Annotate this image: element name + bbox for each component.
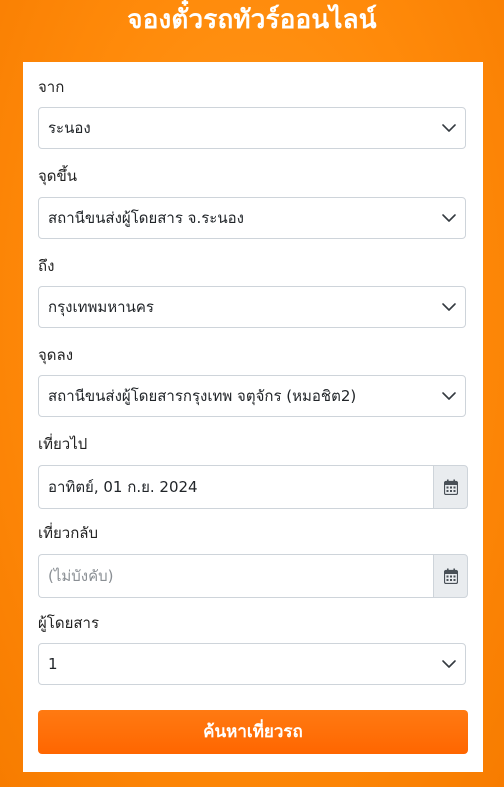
depart-date-input[interactable]: อาทิตย์, 01 ก.ย. 2024: [38, 465, 434, 509]
return-date-group: (ไม่บังคับ): [38, 554, 468, 598]
from-label: จาก: [38, 78, 65, 96]
pickup-label: จุดขึ้น: [38, 167, 78, 185]
passengers-select[interactable]: 1: [38, 643, 466, 685]
return-date-placeholder: (ไม่บังคับ): [48, 567, 114, 585]
to-select[interactable]: กรุงเทพมหานคร: [38, 286, 466, 328]
dropoff-label: จุดลง: [38, 346, 74, 364]
chevron-down-icon: [442, 214, 456, 222]
chevron-down-icon: [442, 660, 456, 668]
depart-date-value: อาทิตย์, 01 ก.ย. 2024: [48, 478, 198, 496]
pickup-select[interactable]: สถานีขนส่งผู้โดยสาร จ.ระนอง: [38, 197, 466, 239]
page-title: จองตั๋วรถทัวร์ออนไลน์: [127, 5, 377, 35]
search-trips-button[interactable]: ค้นหาเที่ยวรถ: [38, 710, 468, 754]
pickup-select-value: สถานีขนส่งผู้โดยสาร จ.ระนอง: [48, 209, 244, 227]
return-date-input[interactable]: (ไม่บังคับ): [38, 554, 434, 598]
to-label: ถึง: [38, 257, 55, 275]
return-calendar-button[interactable]: [433, 554, 468, 598]
dropoff-select-value: สถานีขนส่งผู้โดยสารกรุงเทพ จตุจักร (หมอช…: [48, 387, 357, 405]
chevron-down-icon: [442, 392, 456, 400]
dropoff-select[interactable]: สถานีขนส่งผู้โดยสารกรุงเทพ จตุจักร (หมอช…: [38, 375, 466, 417]
chevron-down-icon: [442, 303, 456, 311]
depart-date-group: อาทิตย์, 01 ก.ย. 2024: [38, 465, 468, 509]
to-select-value: กรุงเทพมหานคร: [48, 298, 154, 316]
passengers-select-value: 1: [48, 655, 58, 673]
calendar-icon: [444, 568, 458, 584]
booking-form-card: จาก ระนอง จุดขึ้น สถานีขนส่งผู้โดยสาร จ.…: [23, 62, 483, 772]
from-select-value: ระนอง: [48, 119, 91, 137]
calendar-icon: [444, 479, 458, 495]
from-select[interactable]: ระนอง: [38, 107, 466, 149]
passengers-label: ผู้โดยสาร: [38, 614, 100, 632]
depart-calendar-button[interactable]: [433, 465, 468, 509]
return-label: เที่ยวกลับ: [38, 524, 99, 542]
chevron-down-icon: [442, 124, 456, 132]
depart-label: เที่ยวไป: [38, 435, 88, 453]
